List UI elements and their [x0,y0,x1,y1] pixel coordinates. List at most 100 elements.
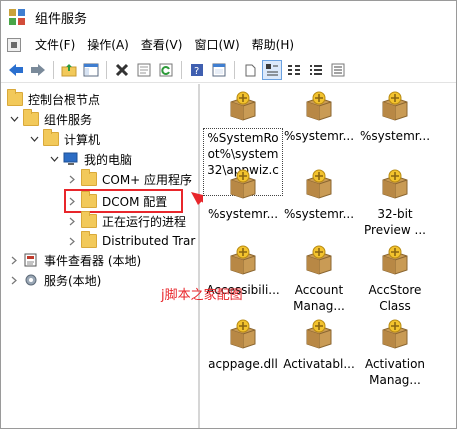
chevron-right-icon[interactable] [67,236,77,246]
component-item[interactable]: %systemr... [279,90,359,144]
chevron-right-icon[interactable] [9,275,19,285]
component-box-icon [203,318,283,354]
folder-icon [81,211,97,228]
title-bar[interactable]: 组件服务 [1,1,456,33]
component-box-icon [355,244,435,280]
system-menu-icon[interactable] [7,38,21,52]
component-item[interactable]: %systemr... [279,168,359,222]
up-folder-button[interactable] [59,60,79,80]
large-icons-view-icon [266,63,278,75]
tree-label: 组件服务 [44,112,93,127]
menu-help[interactable]: 帮助(H) [246,34,300,56]
menu-bar: 文件(F) 操作(A) 查看(V) 窗口(W) 帮助(H) [1,34,456,56]
properties-icon [137,63,151,76]
component-box-icon [279,168,359,204]
window-title: 组件服务 [35,11,88,27]
menu-file[interactable]: 文件(F) [29,34,81,56]
show-hide-tree-button[interactable] [81,60,101,80]
view-list-button[interactable] [306,60,326,80]
chevron-down-icon[interactable] [49,154,59,164]
component-label: Activatabl... [283,357,355,371]
folder-icon [43,129,59,146]
tree-label: COM+ 应用程序 [102,172,193,187]
component-item[interactable]: AccStore Class [355,244,435,314]
component-box-icon [355,168,435,204]
component-label: AccStore Class [368,283,422,313]
folder-icon [7,89,23,106]
folder-icon [81,231,97,248]
up-folder-icon [61,63,77,76]
tree-label: 事件查看器 (本地) [44,253,142,268]
component-item[interactable]: acppage.dll [203,318,283,372]
component-item[interactable]: Activation Manag... [355,318,435,388]
chevron-down-icon[interactable] [29,134,39,144]
chevron-right-icon[interactable] [9,255,19,265]
chevron-right-icon[interactable] [67,174,77,184]
event-viewer-icon [23,253,39,267]
component-item[interactable]: Activatabl... [279,318,359,372]
back-button[interactable] [6,60,26,80]
tree-item-computers[interactable]: 计算机 [29,129,100,149]
toolbar: ? [1,57,456,83]
forward-button[interactable] [28,60,48,80]
tree-item-console-root[interactable]: 控制台根节点 [7,89,100,109]
components-view: %SystemRoot%\system32\appwiz.cpl %system… [203,84,456,428]
component-label: %systemr... [207,207,279,221]
console-tree-icon [83,63,99,76]
tree-item-my-computer[interactable]: 我的电脑 [49,149,132,169]
svg-text:?: ? [194,66,199,77]
menu-window[interactable]: 窗口(W) [188,34,245,56]
component-box-icon [355,318,435,354]
folder-icon [81,169,97,186]
component-item[interactable]: %systemr... [355,90,435,144]
tree-label: 正在运行的进程 [102,214,187,229]
menu-view[interactable]: 查看(V) [135,34,189,56]
new-item-button[interactable] [240,60,260,80]
component-box-icon [355,90,435,126]
tree-label: 计算机 [64,132,101,147]
component-item[interactable]: %systemr... [203,168,283,222]
services-gear-icon [23,273,39,287]
view-large-icons-button[interactable] [262,59,282,80]
component-box-icon [279,244,359,280]
component-label: Account Manag... [293,283,345,313]
component-box-icon [279,90,359,126]
mmc-button[interactable] [209,60,229,80]
chevron-right-icon[interactable] [67,216,77,226]
details-view-icon [331,63,345,76]
help-button[interactable]: ? [187,60,207,80]
tree-item-event-viewer[interactable]: 事件查看器 (本地) [9,250,141,270]
delete-x-icon [115,63,129,76]
refresh-button[interactable] [156,60,176,80]
component-label: %systemr... [283,129,355,143]
mmc-window-icon [212,63,226,76]
computer-icon [63,152,79,166]
component-label: %systemr... [283,207,355,221]
small-icons-view-icon [288,64,300,75]
tree-label: 服务(本地) [44,273,102,288]
refresh-icon [159,63,173,76]
tree-item-com-apps[interactable]: COM+ 应用程序 [67,169,192,189]
watermark-text: j脚本之家配图 [161,288,243,303]
delete-button[interactable] [112,60,132,80]
tree-label: Distributed Trar [102,234,196,248]
properties-button[interactable] [134,60,154,80]
tree-label: 我的电脑 [84,152,133,167]
component-label: %systemr... [359,129,431,143]
tree-item-distributed-transaction[interactable]: Distributed Trar [67,231,195,251]
view-details-button[interactable] [328,60,348,80]
component-label: Activation Manag... [364,357,426,387]
component-item[interactable]: Account Manag... [279,244,359,314]
menu-action[interactable]: 操作(A) [81,34,135,56]
component-item[interactable]: 32-bit Preview ... [355,168,435,238]
component-box-icon [279,318,359,354]
tree-item-running-processes[interactable]: 正在运行的进程 [67,211,186,231]
list-view-icon [310,64,322,75]
chevron-down-icon[interactable] [9,114,19,124]
component-box-icon [203,90,283,126]
component-label: acppage.dll [208,357,278,371]
view-small-icons-button[interactable] [284,60,304,80]
tree-item-services[interactable]: 服务(本地) [9,270,101,290]
tree-item-component-services[interactable]: 组件服务 [9,109,92,129]
folder-icon [23,109,39,126]
